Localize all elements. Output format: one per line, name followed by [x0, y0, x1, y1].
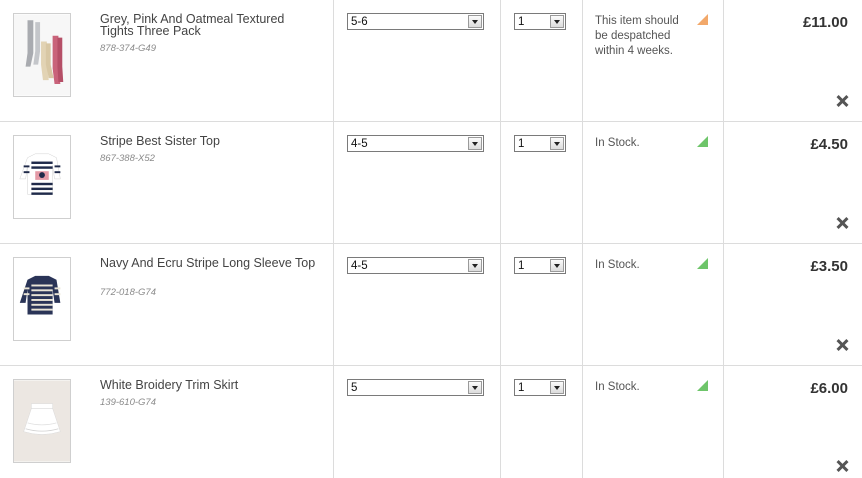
size-select-value: 5	[351, 382, 358, 394]
quantity-select-value: 1	[518, 382, 525, 394]
size-select[interactable]: 5-6	[347, 13, 484, 30]
quantity-select-value: 1	[518, 138, 525, 150]
dropdown-arrow-icon	[468, 15, 482, 28]
stock-status-cell: In Stock.	[583, 122, 724, 243]
size-select-value: 4-5	[351, 138, 368, 150]
size-select[interactable]: 4-5	[347, 257, 484, 274]
remove-item-icon[interactable]	[835, 94, 849, 108]
basket-row: Stripe Best Sister Top 867-388-X52 4-5 1…	[0, 122, 862, 244]
size-select[interactable]: 4-5	[347, 135, 484, 152]
striped-top-product-image[interactable]	[13, 135, 71, 219]
basket-row: Grey, Pink And Oatmeal Textured Tights T…	[0, 0, 862, 122]
product-description-cell: Stripe Best Sister Top 867-388-X52	[90, 122, 334, 243]
remove-item-icon[interactable]	[835, 459, 849, 473]
size-select[interactable]: 5	[347, 379, 484, 396]
quantity-cell: 1	[501, 366, 583, 478]
quantity-cell: 1	[501, 244, 583, 365]
stock-status-cell: In Stock.	[583, 366, 724, 478]
stock-status-text: In Stock.	[595, 259, 640, 271]
size-select-value: 4-5	[351, 260, 368, 272]
dropdown-arrow-icon	[550, 137, 564, 150]
stock-status-cell: In Stock.	[583, 244, 724, 365]
product-title[interactable]: Stripe Best Sister Top	[100, 135, 320, 148]
size-cell: 4-5	[334, 244, 501, 365]
quantity-select-value: 1	[518, 16, 525, 28]
dropdown-arrow-icon	[468, 259, 482, 272]
stock-status-cell: This item should be despatched within 4 …	[583, 0, 724, 121]
quantity-select[interactable]: 1	[514, 13, 566, 30]
item-price: £3.50	[810, 258, 848, 275]
product-image-cell	[0, 122, 90, 243]
product-description-cell: Navy And Ecru Stripe Long Sleeve Top 772…	[90, 244, 334, 365]
size-select-value: 5-6	[351, 16, 368, 28]
basket-row: White Broidery Trim Skirt 139-610-G74 5 …	[0, 366, 862, 478]
product-code: 878-374-G49	[100, 43, 156, 54]
product-code: 867-388-X52	[100, 153, 155, 164]
quantity-select-value: 1	[518, 260, 525, 272]
quantity-cell: 1	[501, 122, 583, 243]
remove-item-icon[interactable]	[835, 338, 849, 352]
stock-status-flag-icon	[697, 14, 708, 25]
remove-item-icon[interactable]	[835, 216, 849, 230]
dropdown-arrow-icon	[550, 381, 564, 394]
stock-status-text: In Stock.	[595, 381, 640, 393]
stock-status-text: This item should be despatched within 4 …	[595, 15, 679, 57]
price-cell: £4.50	[724, 122, 862, 243]
stock-status-text: In Stock.	[595, 137, 640, 149]
product-description-cell: Grey, Pink And Oatmeal Textured Tights T…	[90, 0, 334, 121]
product-title[interactable]: Grey, Pink And Oatmeal Textured Tights T…	[100, 13, 320, 38]
quantity-select[interactable]: 1	[514, 379, 566, 396]
dropdown-arrow-icon	[468, 137, 482, 150]
skirt-product-image[interactable]	[13, 379, 71, 463]
stock-status-flag-icon	[697, 258, 708, 269]
navy-stripe-top-product-image[interactable]	[13, 257, 71, 341]
price-cell: £3.50	[724, 244, 862, 365]
item-price: £4.50	[810, 136, 848, 153]
price-cell: £6.00	[724, 366, 862, 478]
price-cell: £11.00	[724, 0, 862, 121]
item-price: £11.00	[802, 14, 848, 31]
quantity-select[interactable]: 1	[514, 257, 566, 274]
size-cell: 5	[334, 366, 501, 478]
product-code: 139-610-G74	[100, 397, 156, 408]
stock-status-flag-icon	[697, 136, 708, 147]
size-cell: 5-6	[334, 0, 501, 121]
dropdown-arrow-icon	[468, 381, 482, 394]
quantity-select[interactable]: 1	[514, 135, 566, 152]
product-image-cell	[0, 0, 90, 121]
product-title[interactable]: White Broidery Trim Skirt	[100, 379, 320, 392]
product-image-cell	[0, 244, 90, 365]
product-image-cell	[0, 366, 90, 478]
product-description-cell: White Broidery Trim Skirt 139-610-G74	[90, 366, 334, 478]
quantity-cell: 1	[501, 0, 583, 121]
product-title[interactable]: Navy And Ecru Stripe Long Sleeve Top	[100, 257, 320, 270]
dropdown-arrow-icon	[550, 15, 564, 28]
product-code: 772-018-G74	[100, 287, 156, 298]
shopping-basket: Grey, Pink And Oatmeal Textured Tights T…	[0, 0, 862, 478]
stock-status-flag-icon	[697, 380, 708, 391]
tights-product-image[interactable]	[13, 13, 71, 97]
item-price: £6.00	[810, 380, 848, 397]
dropdown-arrow-icon	[550, 259, 564, 272]
basket-row: Navy And Ecru Stripe Long Sleeve Top 772…	[0, 244, 862, 366]
size-cell: 4-5	[334, 122, 501, 243]
